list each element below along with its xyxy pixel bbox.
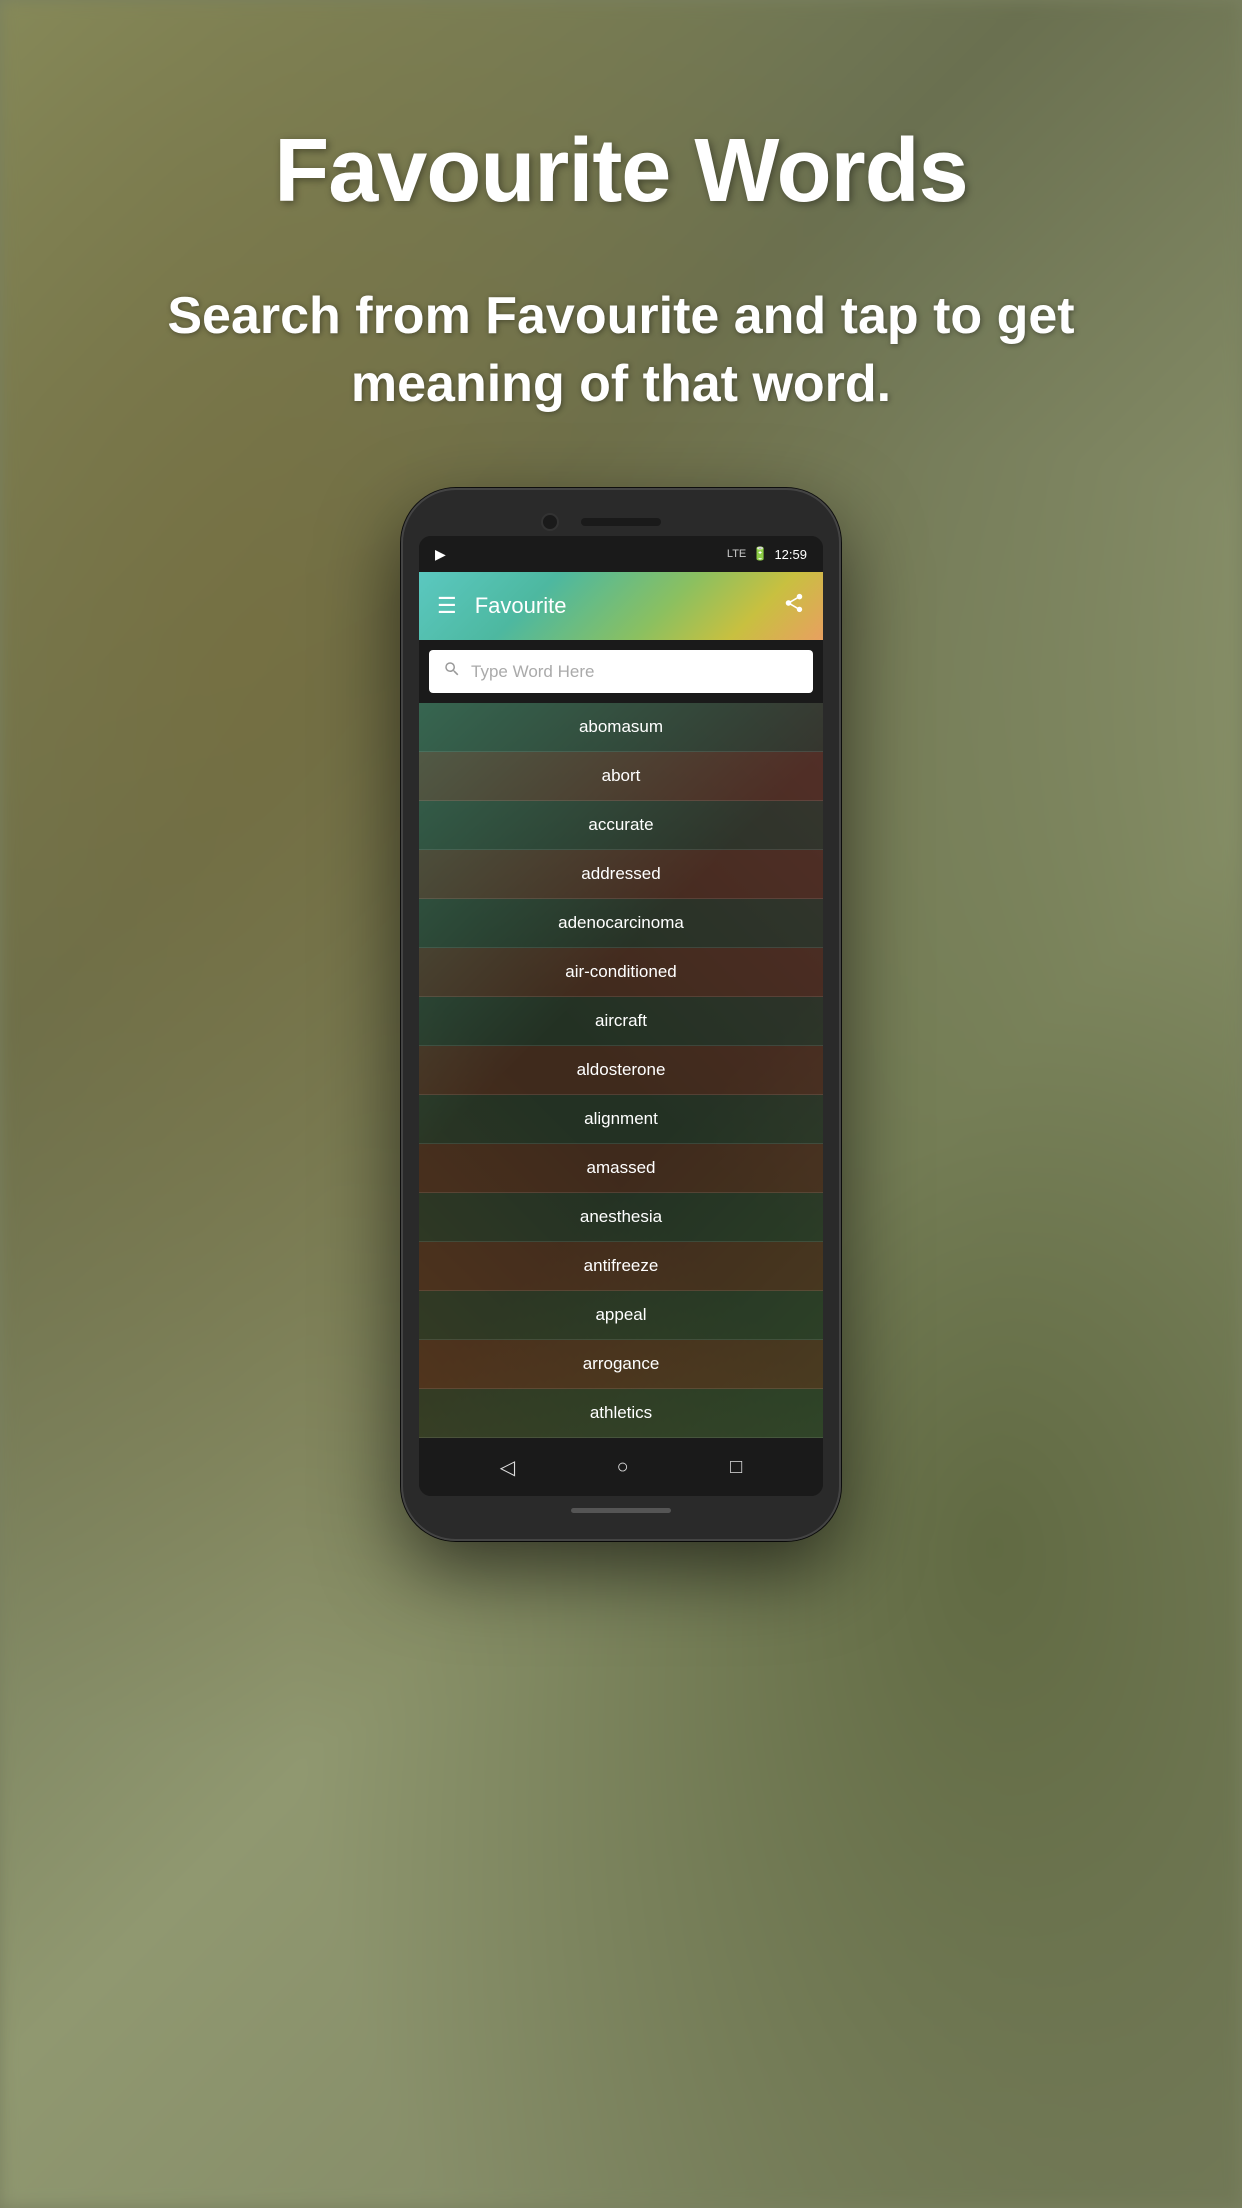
search-placeholder: Type Word Here	[471, 662, 799, 682]
word-list-item[interactable]: amassed	[419, 1144, 823, 1193]
word-list-item[interactable]: appeal	[419, 1291, 823, 1340]
word-list-item[interactable]: air-conditioned	[419, 948, 823, 997]
word-list-item[interactable]: accurate	[419, 801, 823, 850]
word-list: abomasumabortaccurateaddressedadenocarci…	[419, 703, 823, 1438]
phone-speaker	[581, 518, 661, 526]
share-icon[interactable]	[783, 592, 805, 620]
status-battery: 🔋	[752, 546, 768, 562]
word-list-item[interactable]: alignment	[419, 1095, 823, 1144]
phone-camera	[541, 513, 559, 531]
search-bar[interactable]: Type Word Here	[429, 650, 813, 693]
page-subtitle: Search from Favourite and tap to get mea…	[0, 283, 1242, 418]
status-bar: ▶ LTE 🔋 12:59	[419, 536, 823, 572]
phone-mockup: ▶ LTE 🔋 12:59 ☰ Favourite	[401, 488, 841, 1541]
nav-home-button[interactable]: ○	[617, 1456, 629, 1479]
word-list-item[interactable]: anesthesia	[419, 1193, 823, 1242]
phone-screen: ▶ LTE 🔋 12:59 ☰ Favourite	[419, 536, 823, 1496]
word-list-item[interactable]: aircraft	[419, 997, 823, 1046]
word-list-item[interactable]: aldosterone	[419, 1046, 823, 1095]
word-list-item[interactable]: abomasum	[419, 703, 823, 752]
app-bar: ☰ Favourite	[419, 572, 823, 640]
word-list-item[interactable]: adenocarcinoma	[419, 899, 823, 948]
word-list-item[interactable]: addressed	[419, 850, 823, 899]
app-bar-title: Favourite	[475, 593, 783, 619]
phone-nav: ◁ ○ □	[419, 1438, 823, 1496]
nav-recent-button[interactable]: □	[730, 1456, 742, 1479]
status-time: 12:59	[774, 547, 807, 562]
word-list-container: abomasumabortaccurateaddressedadenocarci…	[419, 703, 823, 1438]
phone-bottom-bar	[419, 1496, 823, 1523]
page-title: Favourite Words	[274, 120, 967, 223]
phone-top-sensors	[419, 506, 823, 536]
status-signal: LTE	[727, 548, 746, 560]
word-list-item[interactable]: arrogance	[419, 1340, 823, 1389]
menu-icon[interactable]: ☰	[437, 593, 457, 619]
nav-back-button[interactable]: ◁	[500, 1455, 515, 1480]
status-play-icon: ▶	[435, 546, 446, 563]
word-list-item[interactable]: abort	[419, 752, 823, 801]
word-list-item[interactable]: athletics	[419, 1389, 823, 1438]
home-indicator	[571, 1508, 671, 1513]
search-icon	[443, 660, 461, 683]
word-list-item[interactable]: antifreeze	[419, 1242, 823, 1291]
